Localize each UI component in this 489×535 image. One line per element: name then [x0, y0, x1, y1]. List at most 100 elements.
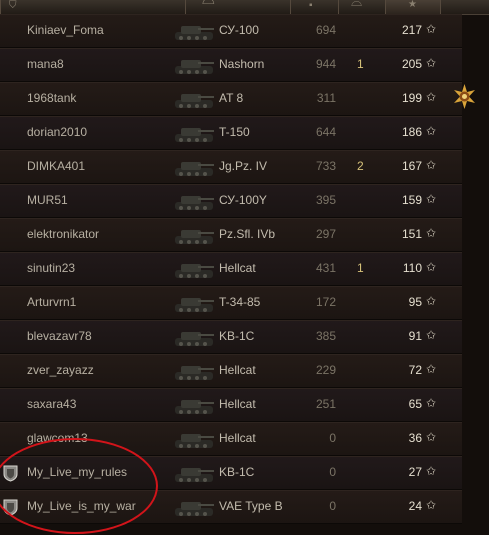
tank-icon	[172, 324, 216, 350]
xp-value: 27	[408, 465, 422, 479]
xp-value: 167	[401, 159, 422, 173]
tank-icon	[172, 188, 216, 214]
xp-value: 159	[401, 193, 422, 207]
player-name: Kiniaev_Foma	[27, 23, 104, 37]
tank-icon	[172, 222, 216, 248]
star-icon: ✩	[426, 124, 437, 138]
tank-icon	[172, 426, 216, 452]
xp-value: 186	[401, 125, 422, 139]
star-icon: ✩	[426, 464, 437, 478]
header-medal-cell	[440, 0, 489, 14]
xp-value: 199	[401, 91, 422, 105]
star-icon: ✩	[426, 192, 437, 206]
player-name: blevazavr78	[27, 329, 92, 343]
damage-value: 311	[316, 91, 336, 105]
tank-name: AT 8	[219, 91, 244, 105]
tank-name: СУ-100	[219, 23, 259, 37]
damage-value: 431	[315, 261, 336, 275]
damage-value: 694	[315, 23, 336, 37]
tank-icon: ⌓	[202, 0, 215, 8]
table-row[interactable]: 1968tank AT 8 311 199 ✩	[0, 82, 462, 116]
damage-value: 644	[315, 125, 336, 139]
star-icon: ✩	[426, 158, 437, 172]
tank-icon	[172, 494, 216, 520]
star-icon: ✩	[426, 56, 437, 70]
xp-value: 217	[401, 23, 422, 37]
table-row[interactable]: blevazavr78 KB-1C 385 91 ✩	[0, 320, 462, 354]
header-xp-cell[interactable]: ★	[385, 0, 441, 14]
tank-name: СУ-100Y	[219, 193, 267, 207]
star-icon: ✩	[426, 90, 437, 104]
xp-value: 151	[401, 227, 422, 241]
player-name: sinutin23	[27, 261, 76, 275]
xp-value: 95	[408, 295, 422, 309]
star-icon: ✩	[426, 396, 437, 410]
damage-value: 251	[315, 397, 336, 411]
table-row[interactable]: MUR51 СУ-100Y 395 159 ✩	[0, 184, 462, 218]
table-row[interactable]: saxara43 Hellcat 251 65 ✩	[0, 388, 462, 422]
tank-name: T-150	[219, 125, 250, 139]
kills-icon: ⌓	[351, 0, 363, 9]
player-name: zver_zayazz	[27, 363, 94, 377]
tank-name: Pz.Sfl. IVb	[219, 227, 276, 241]
star-icon: ✩	[426, 22, 437, 36]
xp-value: 205	[401, 57, 422, 71]
kills-value: 1	[357, 57, 364, 71]
damage-value: 0	[329, 499, 336, 513]
table-row[interactable]: Kiniaev_Foma СУ-100 694 217 ✩	[0, 14, 462, 48]
tank-icon	[172, 392, 216, 418]
tank-icon	[172, 86, 216, 112]
tank-name: T-34-85	[219, 295, 261, 309]
damage-value: 944	[315, 57, 336, 71]
star-icon: ✩	[426, 362, 437, 376]
tank-name: Hellcat	[219, 397, 256, 411]
tank-icon	[172, 18, 216, 44]
table-row[interactable]: mana8 Nashorn 944 1 205 ✩	[0, 48, 462, 82]
star-icon: ✩	[426, 260, 437, 274]
kills-value: 2	[357, 159, 364, 173]
tank-icon	[172, 52, 216, 78]
tank-icon	[172, 358, 216, 384]
table-row[interactable]: dorian2010 T-150 644 186 ✩	[0, 116, 462, 150]
player-name: dorian2010	[27, 125, 88, 139]
tank-name: VAE Type B	[219, 499, 283, 513]
xp-value: 24	[408, 499, 422, 513]
tank-icon	[172, 154, 216, 180]
damage-value: 733	[315, 159, 336, 173]
tank-icon	[172, 460, 216, 486]
star-icon: ✩	[426, 294, 437, 308]
table-row[interactable]: elektronikator Pz.Sfl. IVb 297 151 ✩	[0, 218, 462, 252]
tank-name: Jg.Pz. IV	[219, 159, 268, 173]
top-gun-medal-icon	[452, 84, 477, 109]
xp-value: 65	[408, 397, 422, 411]
tank-icon	[172, 290, 216, 316]
player-name: MUR51	[27, 193, 68, 207]
xp-value: 72	[408, 363, 422, 377]
star-icon: ✩	[426, 498, 437, 512]
header-kills-cell[interactable]: ⌓	[338, 0, 386, 14]
table-row[interactable]: Arturvrn1 T-34-85 172 95 ✩	[0, 286, 462, 320]
table-row[interactable]: DIMKA401 Jg.Pz. IV 733 2 167 ✩	[0, 150, 462, 184]
tank-icon	[172, 120, 216, 146]
star-icon: ✩	[426, 328, 437, 342]
damage-value: 385	[315, 329, 336, 343]
header-damage-cell[interactable]: ▪	[290, 0, 339, 14]
table-row[interactable]: sinutin23 Hellcat 431 1 110 ✩	[0, 252, 462, 286]
damage-icon: ▪	[309, 0, 313, 11]
star-icon: ✩	[426, 430, 437, 444]
damage-value: 0	[329, 431, 336, 445]
table-row[interactable]: zver_zayazz Hellcat 229 72 ✩	[0, 354, 462, 388]
player-name: 1968tank	[27, 91, 77, 105]
tank-name: Hellcat	[219, 363, 256, 377]
player-name: saxara43	[27, 397, 77, 411]
player-name: mana8	[27, 57, 64, 71]
star-icon: ★	[408, 0, 417, 10]
header-tank-cell[interactable]: ⌓	[185, 0, 290, 14]
kills-value: 1	[357, 261, 364, 275]
star-icon: ✩	[426, 226, 437, 240]
damage-value: 297	[315, 227, 336, 241]
tank-name: KB-1C	[219, 329, 255, 343]
tank-name: Nashorn	[219, 57, 265, 71]
xp-value: 36	[408, 431, 422, 445]
shield-icon: ⛉	[9, 0, 17, 11]
